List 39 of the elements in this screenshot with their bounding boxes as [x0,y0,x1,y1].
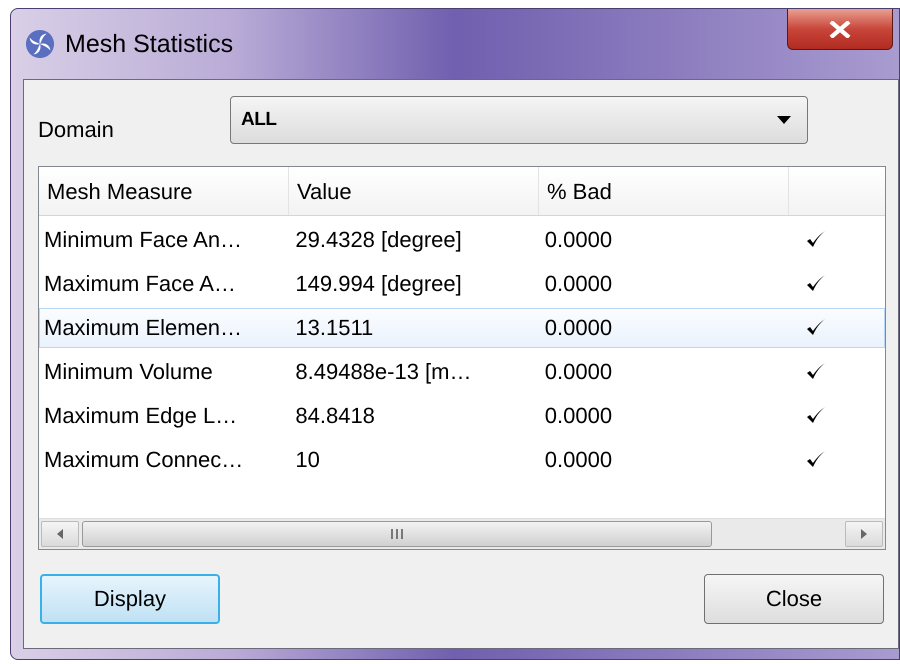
table-row[interactable]: Minimum Volume 8.49488e-13 [m… 0.0000 [39,352,885,392]
domain-label: Domain [38,116,115,143]
table-cell-text: 10 [294,447,321,473]
column-header[interactable]: Mesh Measure [39,167,289,215]
horizontal-scrollbar[interactable] [39,518,885,549]
table-cell-text: Maximum Edge L… [43,403,238,429]
table-cell-text: 0.0000 [544,403,614,429]
table-row[interactable]: Minimum Face An… 29.4328 [degree] 0.0000 [39,220,885,260]
table-row[interactable]: Maximum Face A… 149.994 [degree] 0.0000 [39,264,885,304]
table-cell-text: Minimum Volume [43,359,214,385]
dropdown-arrow-icon [777,116,791,124]
table-cell-text: 8.49488e-13 [m… [294,359,472,385]
table-cell-text: 13.1511 [294,315,374,341]
close-icon[interactable] [787,9,893,50]
table-cell-text: 0.0000 [544,271,614,297]
scroll-left-icon[interactable] [41,521,79,547]
table-row[interactable]: Maximum Elemen… 13.1511 0.0000 [39,308,885,348]
table-row[interactable]: Maximum Edge L… 84.8418 0.0000 [39,396,885,436]
dialog-button[interactable]: Close [704,574,884,624]
table-cell-text: Maximum Elemen… [43,315,244,341]
table-cell-text: 149.994 [degree] [294,271,463,297]
dialog-button[interactable]: Display [40,574,220,624]
table-cell-text: 0.0000 [544,227,614,253]
table-cell-text: Maximum Connec… [43,447,244,473]
column-header[interactable]: % Bad [539,167,789,215]
domain-dropdown[interactable]: ALL [230,96,808,144]
swirl-icon [25,29,55,59]
table-cell-text: 0.0000 [544,359,614,385]
table-cell-text: 29.4328 [degree] [294,227,463,253]
scroll-thumb[interactable] [82,521,712,547]
table-cell-text: 0.0000 [544,447,614,473]
scroll-right-icon[interactable] [845,521,883,547]
table-row[interactable]: Maximum Connec… 10 0.0000 [39,440,885,480]
table-cell-text: 0.0000 [544,315,614,341]
table-cell-text: 84.8418 [294,403,376,429]
column-header[interactable]: Value [289,167,539,215]
table-cell-text: Minimum Face An… [43,227,244,253]
window-title: Mesh Statistics [65,30,234,58]
table-cell-text: Maximum Face A… [43,271,237,297]
